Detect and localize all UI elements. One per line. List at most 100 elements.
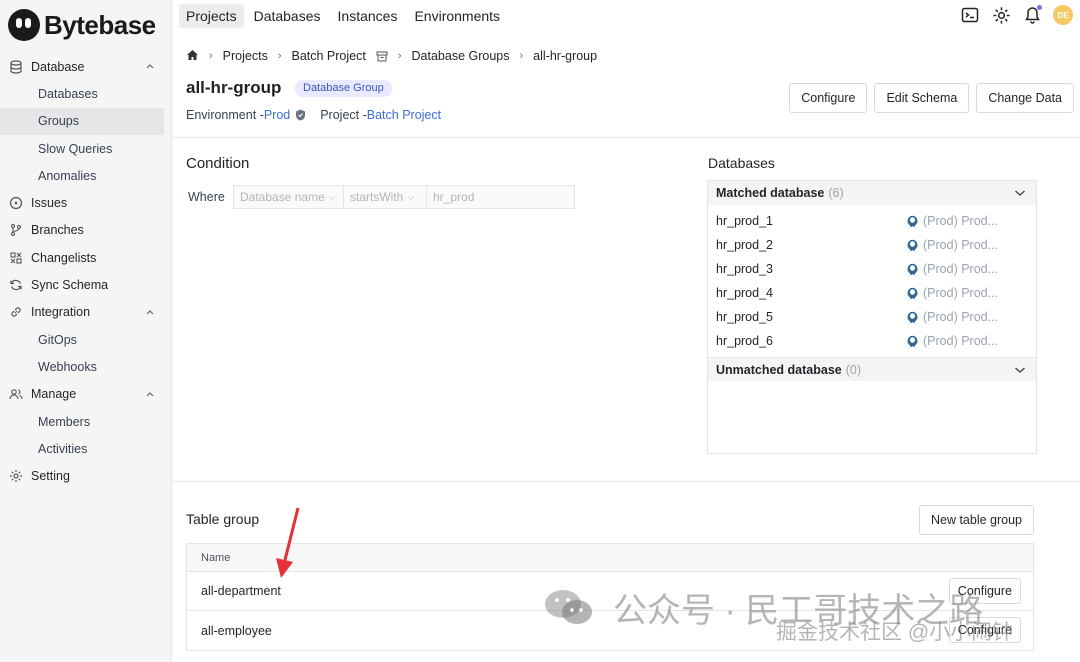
sidebar-item-webhooks[interactable]: Webhooks [0, 353, 172, 380]
postgres-icon [907, 335, 918, 347]
database-env-label: (Prod) Prod... [923, 286, 999, 300]
matched-label: Matched database [716, 186, 825, 200]
condition-title: Condition [186, 155, 250, 172]
sidebar-item-label: Changelists [31, 250, 97, 265]
sidebar-item-label: Manage [31, 387, 77, 402]
database-env-label: (Prod) Prod... [923, 262, 999, 276]
settings-gear-icon[interactable] [990, 4, 1012, 26]
sidebar-item-setting[interactable]: Setting [0, 462, 172, 489]
archive-icon[interactable] [376, 51, 388, 62]
database-env-label: (Prod) Prod... [923, 214, 999, 228]
chevron-right-icon: › [277, 50, 282, 62]
sidebar-item-label: Issues [31, 196, 68, 211]
type-badge: Database Group [295, 80, 392, 97]
user-avatar[interactable]: DE [1052, 4, 1074, 26]
sidebar-item-manage[interactable]: Manage [0, 381, 172, 408]
sidebar-item-label: Webhooks [38, 359, 97, 374]
list-item[interactable]: hr_prod_4 (Prod) Prod... [708, 281, 1036, 305]
value-input[interactable]: hr_prod [426, 185, 575, 209]
environment-link[interactable]: Prod [264, 108, 290, 122]
watermark-line-2: 掘金技术社区 @小小闹钟 [776, 621, 1014, 644]
edit-schema-button[interactable]: Edit Schema [874, 83, 970, 113]
chevron-up-icon[interactable] [145, 389, 155, 399]
app-name: Bytebase [44, 9, 156, 40]
sidebar-item-label: Databases [38, 86, 98, 101]
sidebar-item-label: Slow Queries [38, 141, 113, 156]
sidebar-item-label: Anomalies [38, 168, 97, 183]
page-title: all-hr-group [186, 78, 282, 97]
change-data-button[interactable]: Change Data [976, 83, 1074, 113]
configure-button[interactable]: Configure [789, 83, 868, 113]
unmatched-database-header[interactable]: Unmatched database (0) [708, 357, 1036, 381]
sidebar-item-members[interactable]: Members [0, 408, 172, 435]
sidebar-item-databases[interactable]: Databases [0, 80, 172, 107]
table-group-name: all-employee [201, 623, 272, 638]
chevron-up-icon[interactable] [145, 307, 155, 317]
value-input-value: hr_prod [433, 190, 475, 204]
chevron-down-icon [1015, 367, 1025, 373]
tab-environments[interactable]: Environments [407, 4, 507, 28]
terminal-icon[interactable] [959, 4, 981, 26]
database-environment: (Prod) Prod... [906, 286, 998, 300]
sidebar-item-anomalies[interactable]: Anomalies [0, 162, 172, 189]
tab-instances[interactable]: Instances [331, 4, 405, 28]
operator-select[interactable]: startsWith ⌵ [343, 185, 427, 209]
sidebar-item-issues[interactable]: Issues [0, 189, 172, 216]
postgres-icon [907, 263, 918, 275]
sidebar-item-database[interactable]: Database [0, 53, 172, 80]
sidebar-item-label: GitOps [38, 332, 77, 347]
list-item[interactable]: hr_prod_5 (Prod) Prod... [708, 305, 1036, 329]
tab-projects[interactable]: Projects [179, 4, 244, 28]
sidebar-item-slow-queries[interactable]: Slow Queries [0, 135, 172, 162]
chevron-up-icon[interactable] [145, 61, 155, 71]
table-group-title: Table group [186, 511, 260, 527]
chevron-right-icon: › [397, 50, 402, 62]
sidebar-item-sync-schema[interactable]: Sync Schema [0, 271, 172, 298]
breadcrumb-project[interactable]: Batch Project [292, 49, 366, 63]
sidebar-item-groups[interactable]: Groups [0, 107, 164, 135]
field-select[interactable]: Database name ⌵ [233, 185, 344, 209]
divider [172, 137, 1080, 138]
sidebar-item-changelists[interactable]: Changelists [0, 244, 172, 271]
database-name: hr_prod_5 [716, 310, 773, 324]
breadcrumb-projects[interactable]: Projects [223, 49, 268, 63]
list-item[interactable]: hr_prod_3 (Prod) Prod... [708, 257, 1036, 281]
tab-databases[interactable]: Databases [247, 4, 328, 28]
database-environment: (Prod) Prod... [906, 310, 998, 324]
breadcrumb: › Projects › Batch Project › Database Gr… [186, 47, 597, 65]
postgres-icon [907, 287, 918, 299]
chevron-down-icon: ⌵ [407, 191, 415, 202]
databases-panel: Matched database (6) hr_prod_1 (Prod) Pro… [707, 180, 1037, 454]
sidebar-item-branches[interactable]: Branches [0, 217, 172, 244]
sidebar-item-integration[interactable]: Integration [0, 299, 172, 326]
sidebar-item-label: Database [31, 59, 85, 74]
databases-title: Databases [708, 155, 775, 171]
bell-icon[interactable] [1021, 4, 1043, 26]
project-label: Project - [320, 108, 367, 122]
home-icon[interactable] [186, 49, 199, 64]
condition-row: Database name ⌵ startsWith ⌵ hr_prod [233, 185, 575, 209]
list-item[interactable]: hr_prod_6 (Prod) Prod... [708, 329, 1036, 353]
sidebar-item-gitops[interactable]: GitOps [0, 326, 172, 353]
top-nav: Projects Databases Instances Environment… [179, 2, 510, 30]
column-name-header: Name [201, 551, 231, 564]
list-item[interactable]: hr_prod_1 (Prod) Prod... [708, 209, 1036, 233]
database-env-label: (Prod) Prod... [923, 310, 999, 324]
new-table-group-button[interactable]: New table group [919, 505, 1034, 535]
database-environment: (Prod) Prod... [906, 214, 998, 228]
environment-label: Environment - [186, 108, 264, 122]
red-arrow-annotation [276, 507, 300, 578]
issues-icon [8, 195, 24, 211]
app-logo[interactable]: Bytebase [8, 8, 156, 42]
database-name: hr_prod_3 [716, 262, 773, 276]
matched-count: (6) [828, 186, 844, 200]
sidebar-item-label: Groups [38, 114, 79, 129]
sidebar-item-activities[interactable]: Activities [0, 435, 172, 462]
breadcrumb-current: all-hr-group [533, 49, 598, 63]
matched-database-header[interactable]: Matched database (6) [708, 181, 1036, 205]
breadcrumb-database-groups[interactable]: Database Groups [412, 49, 510, 63]
unmatched-label: Unmatched database [716, 362, 842, 377]
list-item[interactable]: hr_prod_2 (Prod) Prod... [708, 233, 1036, 257]
bytebase-logo-icon [8, 9, 40, 41]
project-link[interactable]: Batch Project [367, 108, 441, 122]
